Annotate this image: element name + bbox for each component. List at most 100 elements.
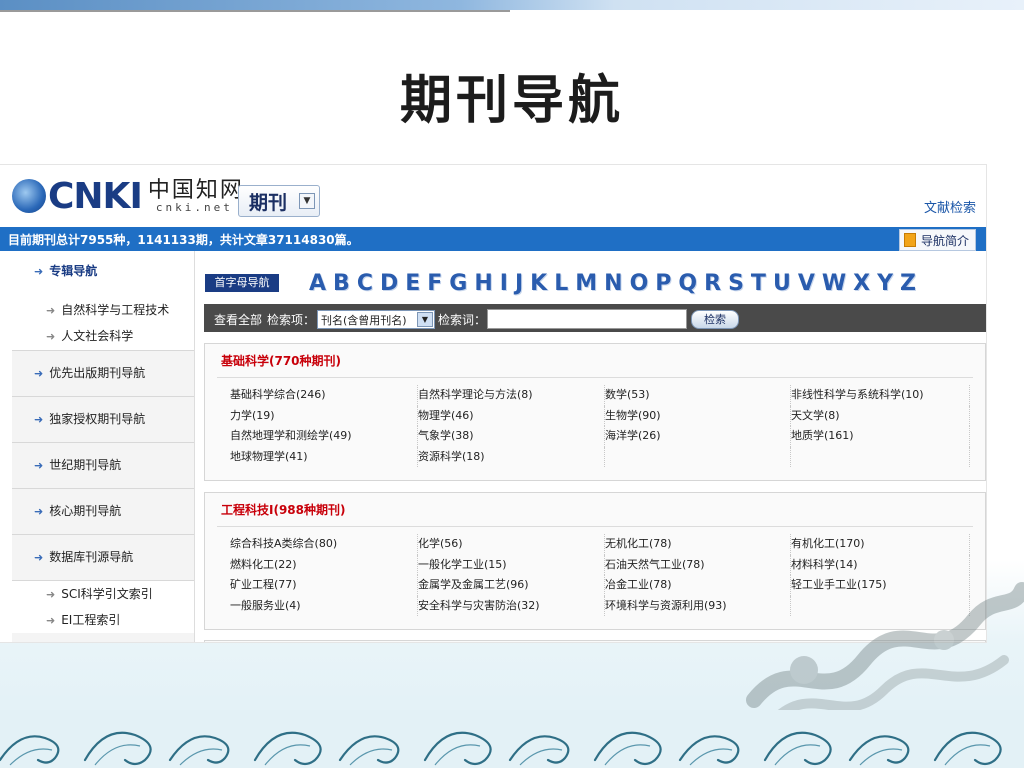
site-header: CNKI 中国知网 cnki.net 期刊 ▼ 文献检索	[0, 165, 986, 227]
category-title[interactable]: 基础科学(770种期刊)	[221, 352, 341, 369]
alphabet-nav-tag: 首字母导航	[205, 274, 279, 292]
alphabet-letter-q[interactable]: Q	[678, 271, 697, 296]
arrow-right-icon: ➜	[34, 265, 44, 278]
sidebar-subitem-sci[interactable]: ➜ SCI科学引文索引	[12, 581, 194, 607]
category-grid: 基础科学综合(246) 自然科学理论与方法(8) 数学(53) 非线性科学与系统科学(…	[230, 385, 970, 467]
subject-link[interactable]: 一般服务业(4)	[230, 595, 418, 616]
subject-link[interactable]: 矿业工程(77)	[230, 575, 418, 596]
category-divider	[217, 526, 973, 527]
sidebar-subitem-humanities[interactable]: ➜ 人文社会科学	[12, 323, 194, 351]
subject-link[interactable]: 天文学(8)	[791, 405, 970, 426]
keyword-input[interactable]	[487, 309, 687, 329]
alphabet-letter-i[interactable]: I	[500, 271, 508, 296]
alphabet-letter-b[interactable]: B	[333, 271, 350, 296]
alphabet-letter-n[interactable]: N	[604, 271, 622, 296]
arrow-right-icon: ➜	[46, 588, 56, 601]
alphabet-letter-r[interactable]: R	[704, 271, 721, 296]
alphabet-letters: ABCDEFGHIJKLMNOPQRSTUVWXYZ	[309, 271, 923, 296]
subject-link[interactable]: 资源科学(18)	[418, 446, 605, 467]
alphabet-letter-g[interactable]: G	[449, 271, 467, 296]
sidebar-item-label: 专辑导航	[49, 264, 98, 278]
subject-link[interactable]: 安全科学与灾害防治(32)	[418, 595, 605, 616]
alphabet-nav: 首字母导航 ABCDEFGHIJKLMNOPQRSTUVWXYZ	[204, 271, 986, 297]
logo-chinese: 中国知网	[147, 177, 244, 203]
arrow-right-icon: ➜	[34, 505, 44, 518]
subject-link[interactable]: 数学(53)	[605, 385, 791, 406]
alphabet-letter-a[interactable]: A	[309, 271, 326, 296]
alphabet-letter-p[interactable]: P	[655, 271, 671, 296]
alphabet-letter-s[interactable]: S	[728, 271, 744, 296]
arrow-right-icon: ➜	[34, 367, 44, 380]
wave-border-decoration	[0, 710, 1024, 768]
alphabet-letter-t[interactable]: T	[751, 271, 766, 296]
alphabet-letter-y[interactable]: Y	[877, 271, 893, 296]
alphabet-letter-f[interactable]: F	[427, 271, 442, 296]
alphabet-letter-o[interactable]: O	[630, 271, 649, 296]
alphabet-letter-c[interactable]: C	[357, 271, 373, 296]
cnki-logo[interactable]: CNKI 中国知网 cnki.net	[12, 173, 244, 219]
slide-title: 期刊导航	[399, 71, 624, 131]
alphabet-letter-k[interactable]: K	[530, 271, 547, 296]
sidebar-item-label: 核心期刊导航	[49, 504, 122, 518]
sidebar-item-priority-publish[interactable]: ➜ 优先出版期刊导航	[12, 351, 194, 397]
product-select[interactable]: 期刊 ▼	[238, 185, 320, 217]
alphabet-letter-w[interactable]: W	[822, 271, 846, 296]
subject-link[interactable]: 燃料化工(22)	[230, 554, 418, 575]
sidebar-subitem-ei[interactable]: ➜ EI工程索引	[12, 607, 194, 633]
alphabet-letter-l[interactable]: L	[554, 271, 568, 296]
alphabet-letter-u[interactable]: U	[773, 271, 791, 296]
subject-link[interactable]: 地质学(161)	[791, 426, 970, 447]
subject-link[interactable]: 一般化学工业(15)	[418, 554, 605, 575]
slide-top-band	[0, 0, 1024, 10]
subject-link[interactable]: 金属学及金属工艺(96)	[418, 575, 605, 596]
search-field-select[interactable]: 刊名(含曾用刊名) ▼	[317, 310, 435, 329]
subject-link[interactable]: 海洋学(26)	[605, 426, 791, 447]
doc-search-link[interactable]: 文献检索	[924, 197, 976, 216]
view-all-link[interactable]: 查看全部	[214, 311, 262, 328]
subject-link[interactable]: 生物学(90)	[605, 405, 791, 426]
sidebar-item-db-source[interactable]: ➜ 数据库刊源导航	[12, 535, 194, 581]
sidebar-item-exclusive[interactable]: ➜ 独家授权期刊导航	[12, 397, 194, 443]
sidebar-item-label: 世纪期刊导航	[49, 458, 122, 472]
stats-bar: 目前期刊总计7955种，1141133期，共计文章37114830篇。 导航简介	[0, 227, 986, 251]
sidebar-subitem-natural-science[interactable]: ➜ 自然科学与工程技术	[12, 297, 194, 323]
sidebar: ➜ 专辑导航 ➜ 自然科学与工程技术 ➜ 人文社会科学 ➜ 优先出版期刊导航 ➜ 独家授权…	[12, 251, 195, 642]
sidebar-item-label: 人文社会科学	[61, 329, 134, 343]
sidebar-item-label: 数据库刊源导航	[49, 550, 134, 564]
document-icon	[903, 233, 916, 247]
category-basic-science: 基础科学(770种期刊) 基础科学综合(246) 自然科学理论与方法(8) 数学(5…	[204, 343, 986, 481]
subject-link[interactable]: 地球物理学(41)	[230, 446, 418, 467]
arrow-right-icon: ➜	[46, 330, 56, 343]
sidebar-item-label: 独家授权期刊导航	[49, 412, 146, 426]
logo-mark: CNKI	[12, 176, 143, 217]
category-title[interactable]: 工程科技I(988种期刊)	[221, 501, 345, 518]
alphabet-letter-z[interactable]: Z	[900, 271, 916, 296]
slide-top-rule	[0, 10, 510, 12]
sidebar-item-century[interactable]: ➜ 世纪期刊导航	[12, 443, 194, 489]
alphabet-letter-e[interactable]: E	[405, 271, 420, 296]
alphabet-letter-j[interactable]: J	[515, 271, 523, 296]
nav-intro-button[interactable]: 导航简介	[898, 229, 976, 251]
logo-text: 中国知网 cnki.net	[147, 177, 244, 213]
alphabet-letter-v[interactable]: V	[798, 271, 815, 296]
subject-link[interactable]: 自然地理学和测绘学(49)	[230, 426, 418, 447]
subject-link[interactable]: 气象学(38)	[418, 426, 605, 447]
search-field-label: 检索项：	[267, 313, 316, 327]
arrow-right-icon: ➜	[34, 459, 44, 472]
subject-link[interactable]: 物理学(46)	[418, 405, 605, 426]
alphabet-letter-h[interactable]: H	[474, 271, 492, 296]
subject-link[interactable]: 综合科技A类综合(80)	[230, 534, 418, 555]
subject-link[interactable]: 自然科学理论与方法(8)	[418, 385, 605, 406]
subject-link[interactable]: 非线性科学与系统科学(10)	[791, 385, 970, 406]
alphabet-letter-d[interactable]: D	[380, 271, 398, 296]
subject-link[interactable]: 力学(19)	[230, 405, 418, 426]
search-button[interactable]: 检索	[691, 310, 739, 329]
sidebar-item-core[interactable]: ➜ 核心期刊导航	[12, 489, 194, 535]
arrow-right-icon: ➜	[34, 413, 44, 426]
chevron-down-icon: ▼	[299, 193, 315, 209]
alphabet-letter-x[interactable]: X	[853, 271, 870, 296]
subject-link[interactable]: 化学(56)	[418, 534, 605, 555]
subject-link[interactable]: 基础科学综合(246)	[230, 385, 418, 406]
sidebar-item-album-nav[interactable]: ➜ 专辑导航	[12, 251, 194, 298]
alphabet-letter-m[interactable]: M	[575, 271, 597, 296]
